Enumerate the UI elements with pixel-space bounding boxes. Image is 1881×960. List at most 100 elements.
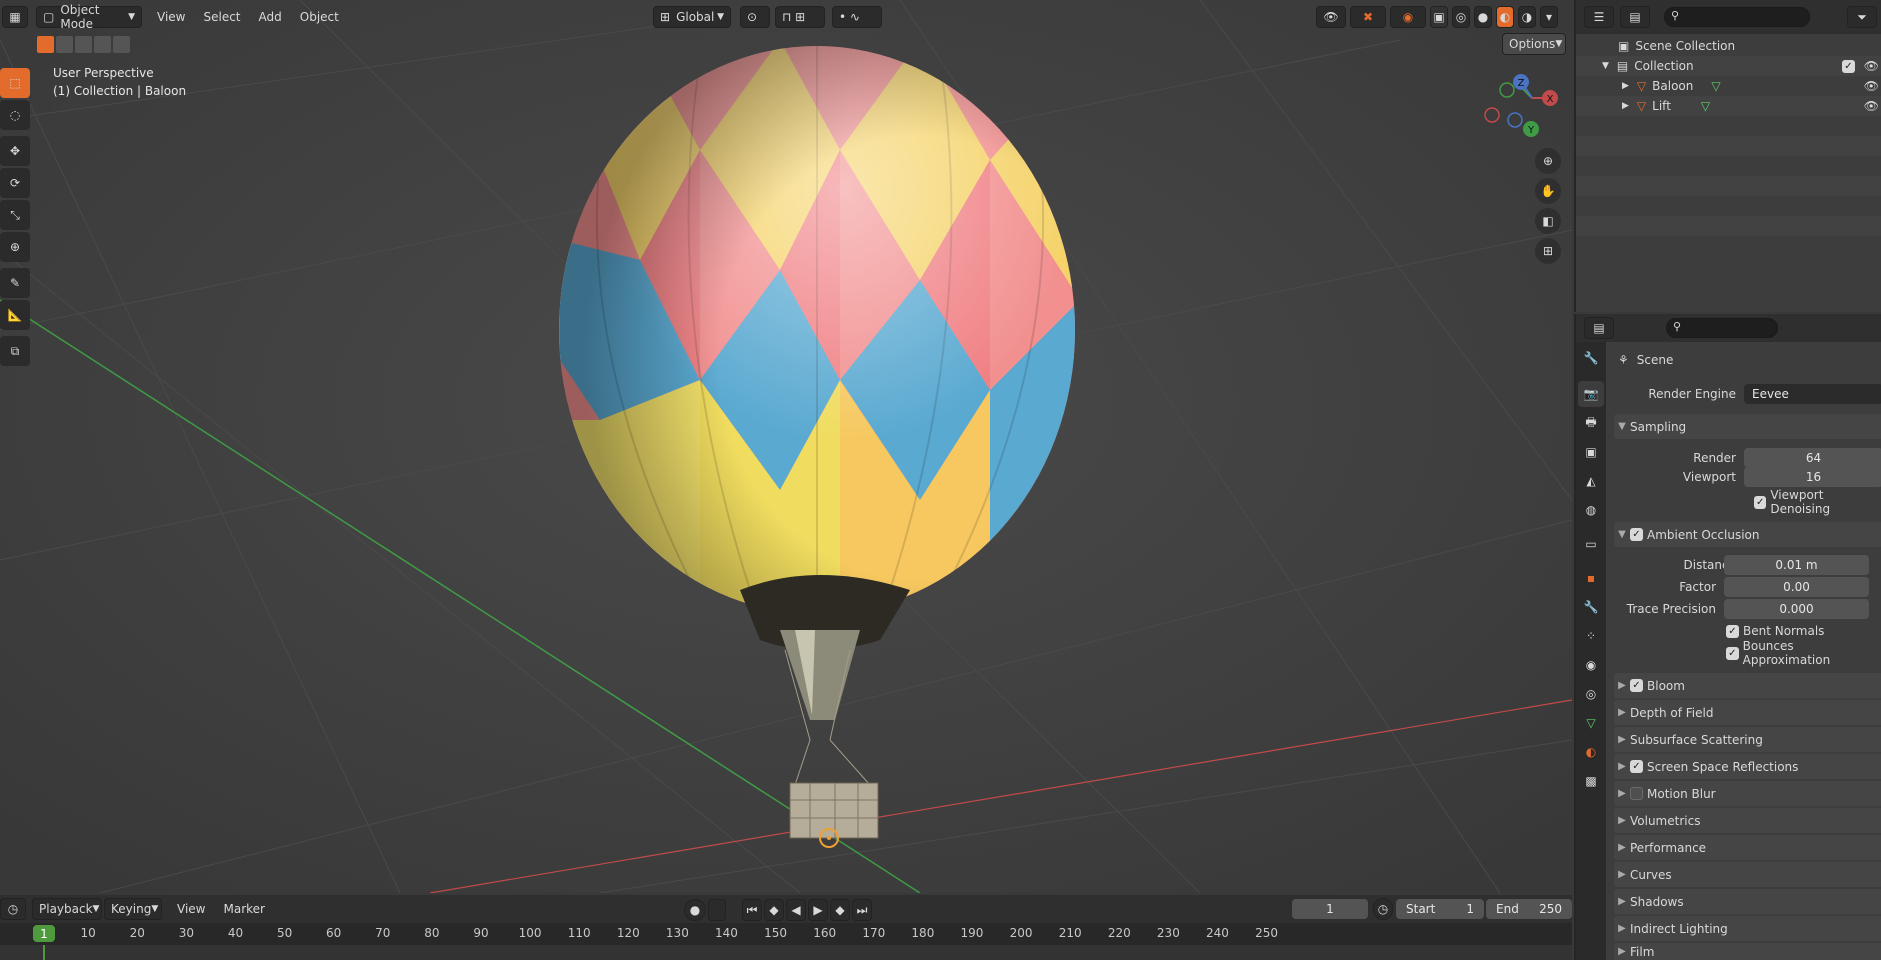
filter-icon[interactable]: ⏷ <box>1847 6 1877 28</box>
render-tab-icon[interactable]: 📷 <box>1578 381 1604 407</box>
eye-icon[interactable]: 👁 <box>1864 79 1879 93</box>
start-frame-field[interactable]: Start 1 <box>1396 899 1484 919</box>
clock-icon[interactable]: ◷ <box>1373 898 1393 920</box>
panel-performance[interactable]: ▶ Performance <box>1614 835 1881 860</box>
panel-shadows[interactable]: ▶ Shadows <box>1614 889 1881 914</box>
zoom-icon[interactable]: ⊕ <box>1535 148 1561 174</box>
solid-shading-icon[interactable]: ● <box>1474 6 1492 28</box>
annotate-icon[interactable]: ✎ <box>0 268 30 298</box>
visibility-icon[interactable]: 👁 <box>1316 6 1346 28</box>
panel-bloom[interactable]: ▶ ✓ Bloom <box>1614 673 1881 698</box>
bounces-approximation-checkbox[interactable]: ✓ Bounces Approximation <box>1726 639 1881 667</box>
select-box-icon[interactable]: ⬚ <box>0 68 30 98</box>
physics-tab-icon[interactable]: ◉ <box>1578 652 1604 678</box>
motion-blur-checkbox[interactable] <box>1630 787 1643 800</box>
disclosure-open-icon[interactable]: ▼ <box>1602 61 1609 71</box>
panel-curves[interactable]: ▶ Curves <box>1614 862 1881 887</box>
properties-search-input[interactable]: ⚲ <box>1666 318 1778 338</box>
jump-start-icon[interactable]: ⏮ <box>742 899 762 921</box>
texture-tab-icon[interactable]: ▩ <box>1578 768 1604 794</box>
panel-indirect-lighting[interactable]: ▶ Indirect Lighting <box>1614 916 1881 941</box>
menu-view[interactable]: View <box>148 10 194 24</box>
menu-add[interactable]: Add <box>250 10 291 24</box>
panel-motion-blur[interactable]: ▶ Motion Blur <box>1614 781 1881 806</box>
next-keyframe-icon[interactable]: ◆ <box>830 899 850 921</box>
sampling-render-field[interactable]: 64 <box>1744 448 1881 468</box>
panel-volumetrics[interactable]: ▶ Volumetrics <box>1614 808 1881 833</box>
snap-dropdown[interactable]: ⊓ ⊞ <box>775 6 825 28</box>
menu-marker[interactable]: Marker <box>214 902 273 916</box>
timeline-body[interactable] <box>0 945 1572 960</box>
orientation-dropdown[interactable]: ⊞ Global ▼ <box>653 6 731 28</box>
panel-subsurface-scattering[interactable]: ▶ Subsurface Scattering <box>1614 727 1881 752</box>
record-icon[interactable]: ● <box>684 899 706 921</box>
transform-icon[interactable]: ⊕ <box>0 232 30 262</box>
shading-options-icon[interactable]: ▾ <box>1540 6 1558 28</box>
scale-icon[interactable]: ⤡ <box>0 200 30 230</box>
panel-ambient-occlusion[interactable]: ▼ ✓ Ambient Occlusion <box>1614 522 1881 547</box>
outliner-search-input[interactable]: ⚲ <box>1664 7 1810 27</box>
world-tab-icon[interactable]: ◍ <box>1578 497 1604 523</box>
editor-type-icon[interactable]: ▦ <box>2 6 28 28</box>
collection-row[interactable]: ▼ ▤ Collection ✓ 👁 <box>1576 56 1881 76</box>
scene-collection-row[interactable]: ▣ Scene Collection <box>1576 36 1881 56</box>
prev-keyframe-icon[interactable]: ◆ <box>764 899 784 921</box>
menu-select[interactable]: Select <box>194 10 249 24</box>
bloom-checkbox[interactable]: ✓ <box>1630 679 1643 692</box>
ao-trace-field[interactable]: 0.000 <box>1724 599 1869 619</box>
properties-editor-icon[interactable]: ▤ <box>1584 317 1614 339</box>
select-intersect-icon[interactable] <box>113 36 130 53</box>
hand-icon[interactable]: ✋ <box>1535 178 1561 204</box>
select-extend-icon[interactable] <box>56 36 73 53</box>
panel-sampling[interactable]: ▼ Sampling <box>1614 414 1881 439</box>
menu-view[interactable]: View <box>168 902 214 916</box>
add-cube-icon[interactable]: ⧉ <box>0 336 30 366</box>
scene-tab-icon[interactable]: ◭ <box>1578 468 1604 494</box>
display-mode-icon[interactable]: ▤ <box>1620 6 1650 28</box>
panel-screen-space-reflections[interactable]: ▶ ✓ Screen Space Reflections <box>1614 754 1881 779</box>
exclude-checkbox[interactable]: ✓ <box>1842 59 1855 73</box>
material-shading-icon[interactable]: ◐ <box>1496 6 1514 28</box>
collection-tab-icon[interactable]: ▭ <box>1578 531 1604 557</box>
disclosure-closed-icon[interactable]: ▶ <box>1622 81 1629 91</box>
panel-depth-of-field[interactable]: ▶ Depth of Field <box>1614 700 1881 725</box>
outliner-item-baloon[interactable]: ▶ ▽ Baloon ▽ 👁 <box>1576 76 1881 96</box>
play-reverse-icon[interactable]: ◀ <box>786 899 806 921</box>
disclosure-closed-icon[interactable]: ▶ <box>1622 101 1629 111</box>
pivot-dropdown[interactable]: ⊙ <box>740 6 770 28</box>
bent-normals-checkbox[interactable]: ✓ Bent Normals <box>1726 621 1824 641</box>
wireframe-shading-icon[interactable]: ◎ <box>1452 6 1470 28</box>
gizmo-toggle-icon[interactable]: ✖ <box>1350 6 1386 28</box>
outliner-item-lift[interactable]: ▶ ▽ Lift ▽ 👁 <box>1576 96 1881 116</box>
view-layer-tab-icon[interactable]: ▣ <box>1578 439 1604 465</box>
timeline-editor-icon[interactable]: ◷ <box>0 898 26 920</box>
cursor-icon[interactable]: ◌ <box>0 100 30 130</box>
constraints-tab-icon[interactable]: ◎ <box>1578 681 1604 707</box>
keying-dropdown[interactable]: Keying ▼ <box>104 898 162 920</box>
current-frame-field[interactable]: 1 <box>1292 899 1368 919</box>
viewport-denoising-checkbox[interactable]: ✓ Viewport Denoising <box>1754 488 1881 516</box>
measure-icon[interactable]: 📐 <box>0 300 30 330</box>
3d-viewport[interactable]: X Y Z ▦ ▢ Object Mode ▼ View Select Add … <box>0 0 1572 893</box>
menu-object[interactable]: Object <box>291 10 348 24</box>
eye-icon[interactable]: 👁 <box>1864 99 1879 113</box>
panel-film[interactable]: ▶ Film <box>1614 943 1881 960</box>
render-engine-dropdown[interactable]: Eevee <box>1744 384 1881 404</box>
object-tab-icon[interactable]: ▪ <box>1578 565 1604 591</box>
output-tab-icon[interactable]: 🖶 <box>1578 410 1604 436</box>
frame-ruler[interactable]: 1 10 20 30 40 50 60 70 80 90 100 110 120 130 140 150 160… <box>0 923 1572 945</box>
particles-tab-icon[interactable]: ⁘ <box>1578 623 1604 649</box>
xray-icon[interactable]: ▣ <box>1430 6 1448 28</box>
eye-icon[interactable]: 👁 <box>1864 59 1879 73</box>
material-tab-icon[interactable]: ◐ <box>1578 739 1604 765</box>
rendered-shading-icon[interactable]: ◑ <box>1518 6 1536 28</box>
jump-end-icon[interactable]: ⏭ <box>852 899 872 921</box>
playback-dropdown[interactable]: Playback ▼ <box>32 898 102 920</box>
select-new-icon[interactable] <box>37 36 54 53</box>
rotate-icon[interactable]: ⟳ <box>0 168 30 198</box>
select-subtract-icon[interactable] <box>75 36 92 53</box>
options-dropdown[interactable]: Options ▼ <box>1502 33 1566 55</box>
overlay-toggle-icon[interactable]: ◉ <box>1390 6 1426 28</box>
auto-keying-options-icon[interactable] <box>708 899 726 921</box>
select-invert-icon[interactable] <box>94 36 111 53</box>
